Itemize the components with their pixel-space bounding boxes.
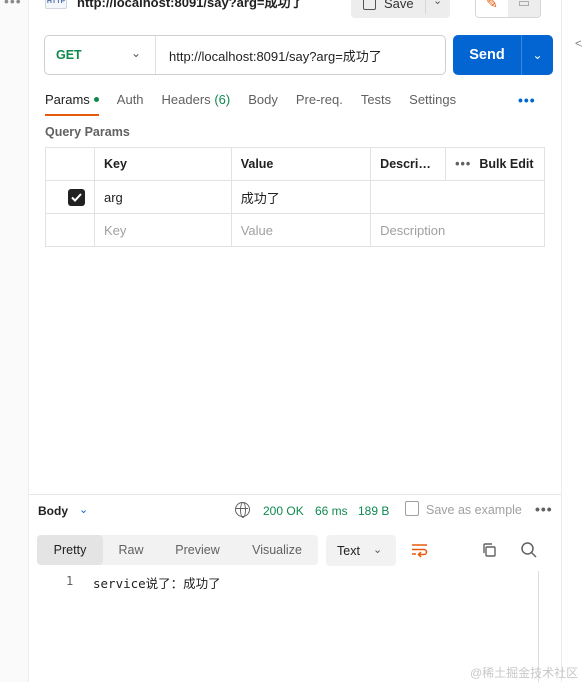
pencil-icon[interactable]: ✎ — [476, 0, 508, 17]
tab-pre-request[interactable]: Pre-req. — [296, 90, 343, 116]
new-value-input[interactable]: Value — [230, 213, 372, 247]
globe-icon[interactable] — [235, 502, 250, 518]
request-tabs: Params Auth Headers (6) Body Pre-req. Te… — [45, 90, 474, 116]
edit-toggle-group: ✎ ▭ — [475, 0, 541, 18]
key-column-header: Key — [94, 147, 232, 181]
more-tabs-icon[interactable]: ••• — [518, 92, 536, 108]
chevron-down-icon: ⌄ — [130, 46, 141, 60]
more-icon[interactable]: ••• — [535, 501, 553, 517]
active-dot-icon — [93, 97, 99, 103]
save-as-example-button[interactable]: Save as example — [426, 503, 522, 517]
line-number: 1 — [66, 574, 74, 588]
more-icon[interactable]: ••• — [4, 0, 22, 9]
bulk-edit-button[interactable]: ••• Bulk Edit — [445, 147, 545, 181]
param-value[interactable]: 成功了 — [230, 180, 372, 214]
response-header: Body ⌄ 200 OK 66 ms 189 B Save as exampl… — [38, 500, 558, 522]
floppy-icon — [363, 0, 376, 10]
new-key-input[interactable]: Key — [94, 213, 232, 247]
comment-icon[interactable]: ▭ — [508, 0, 540, 17]
left-sidebar-strip: ••• — [0, 0, 29, 682]
request-title-row: HTTP http://localhost:8091/say?arg=成功了 — [45, 0, 303, 14]
tab-body[interactable]: Body — [248, 90, 278, 116]
code-line: service说了：成功了 — [93, 576, 221, 591]
view-tab-preview[interactable]: Preview — [159, 535, 236, 565]
params-table: Key Value Description •••Bulk Edit arg 成… — [45, 147, 545, 247]
send-label: Send — [469, 47, 505, 63]
chevron-down-icon[interactable]: ⌄ — [79, 503, 88, 516]
format-select[interactable]: Text ⌄ — [326, 535, 396, 566]
tab-tests[interactable]: Tests — [361, 90, 391, 116]
param-key[interactable]: arg — [94, 180, 232, 214]
chevron-down-icon[interactable]: ⌄ — [433, 0, 442, 7]
value-column-header: Value — [230, 147, 372, 181]
headers-count: (6) — [214, 92, 231, 107]
save-label: Save — [384, 0, 414, 11]
tab-settings[interactable]: Settings — [409, 90, 456, 116]
response-divider[interactable] — [29, 494, 561, 495]
param-checkbox[interactable] — [68, 188, 85, 206]
code-icon[interactable]: </ — [575, 38, 582, 50]
save-example-icon — [405, 501, 419, 516]
new-description-input[interactable]: Description — [370, 213, 545, 247]
tab-params[interactable]: Params — [45, 90, 99, 116]
url-input[interactable] — [156, 36, 445, 74]
wrap-lines-icon[interactable] — [410, 540, 429, 559]
view-tab-visualize[interactable]: Visualize — [236, 535, 318, 565]
chevron-down-icon: ⌄ — [373, 544, 383, 556]
copy-icon[interactable] — [481, 542, 497, 558]
request-title[interactable]: http://localhost:8091/say?arg=成功了 — [77, 0, 303, 11]
response-size[interactable]: 189 B — [358, 504, 389, 518]
watermark: @稀土掘金技术社区 — [470, 666, 579, 680]
save-button[interactable]: Save ⌄ — [351, 0, 450, 18]
response-body-label[interactable]: Body — [38, 504, 68, 518]
status-badge[interactable]: 200 OK — [263, 504, 304, 518]
search-icon[interactable] — [520, 541, 538, 559]
table-header-row: Key Value Description •••Bulk Edit — [45, 147, 545, 181]
send-button[interactable]: Send ⌄ — [453, 35, 553, 75]
table-row: arg 成功了 — [45, 180, 545, 214]
tab-headers[interactable]: Headers (6) — [162, 90, 231, 116]
tab-auth[interactable]: Auth — [117, 90, 144, 116]
table-row: Key Value Description — [45, 213, 545, 247]
description-column-header: Description — [370, 147, 447, 181]
query-params-title: Query Params — [45, 125, 130, 139]
more-icon[interactable]: ••• — [455, 157, 471, 171]
http-request-icon: HTTP — [45, 0, 67, 9]
chevron-down-icon[interactable]: ⌄ — [522, 48, 553, 62]
view-tab-raw[interactable]: Raw — [103, 535, 159, 565]
response-view-tabs: Pretty Raw Preview Visualize — [37, 535, 318, 565]
param-description[interactable] — [370, 180, 545, 214]
right-sidebar-strip: </ — [561, 0, 582, 682]
response-time[interactable]: 66 ms — [315, 504, 348, 518]
method-label: GET — [56, 48, 82, 62]
response-body-editor[interactable]: 1 service说了：成功了 — [29, 570, 539, 682]
format-label: Text — [337, 543, 360, 558]
method-select[interactable]: GET ⌄ — [45, 36, 156, 74]
url-bar: GET ⌄ — [44, 35, 446, 75]
view-tab-pretty[interactable]: Pretty — [37, 535, 103, 565]
